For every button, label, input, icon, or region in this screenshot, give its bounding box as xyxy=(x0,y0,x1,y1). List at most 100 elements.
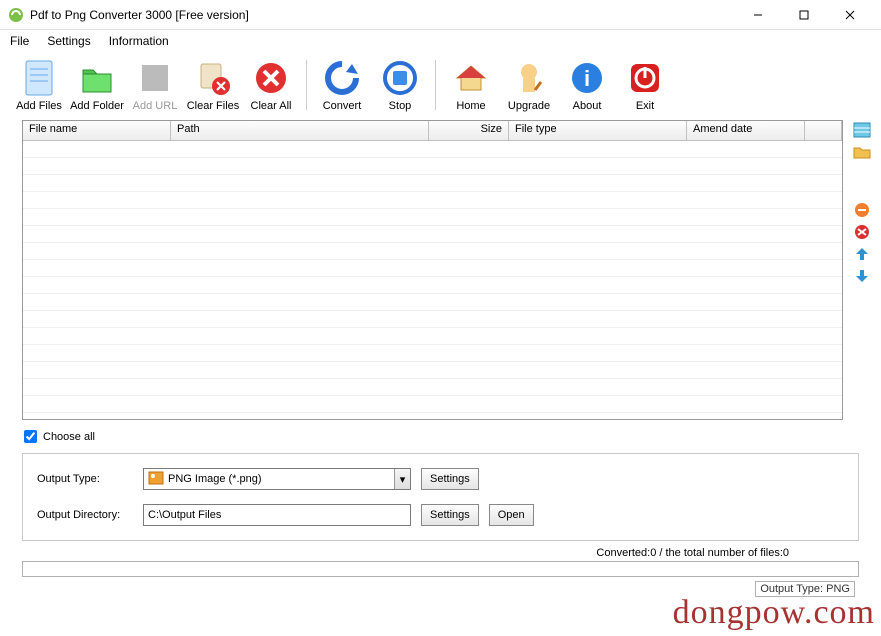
upgrade-label: Upgrade xyxy=(508,100,550,112)
menu-information[interactable]: Information xyxy=(109,34,169,48)
output-dir-label: Output Directory: xyxy=(37,509,133,521)
output-dir-value: C:\Output Files xyxy=(148,509,221,521)
progress-bar xyxy=(22,561,859,577)
grid-row xyxy=(23,243,842,260)
menu-settings[interactable]: Settings xyxy=(47,34,90,48)
watermark: dongpow.com xyxy=(673,594,875,632)
grid-row xyxy=(23,209,842,226)
power-icon xyxy=(625,58,665,98)
right-toolbar xyxy=(847,116,877,420)
grid-row xyxy=(23,192,842,209)
svg-text:i: i xyxy=(584,66,590,91)
status-output-type: Output Type: PNG xyxy=(0,579,881,597)
toolbar-separator xyxy=(435,60,436,110)
add-files-button[interactable]: Add Files xyxy=(10,56,68,114)
exit-button[interactable]: Exit xyxy=(616,56,674,114)
chevron-down-icon[interactable]: ▾ xyxy=(394,469,410,489)
maximize-button[interactable] xyxy=(781,0,827,30)
output-type-label: Output Type: xyxy=(37,473,133,485)
stop-button[interactable]: Stop xyxy=(371,56,429,114)
folder-open-icon[interactable] xyxy=(853,144,871,160)
url-icon xyxy=(135,58,175,98)
output-type-row: Output Type: PNG Image (*.png) ▾ Setting… xyxy=(37,468,844,490)
upgrade-icon xyxy=(509,58,549,98)
col-path[interactable]: Path xyxy=(171,121,429,140)
clear-files-button[interactable]: Clear Files xyxy=(184,56,242,114)
app-icon xyxy=(8,7,24,23)
grid-row xyxy=(23,260,842,277)
choose-all-checkbox[interactable] xyxy=(24,430,37,443)
output-dir-field[interactable]: C:\Output Files xyxy=(143,504,411,526)
main-area: File name Path Size File type Amend date xyxy=(0,116,881,420)
folder-icon xyxy=(77,58,117,98)
output-dir-open-button[interactable]: Open xyxy=(489,504,534,526)
output-type-combo[interactable]: PNG Image (*.png) ▾ xyxy=(143,468,411,490)
col-extra[interactable] xyxy=(805,121,842,140)
stop-icon xyxy=(380,58,420,98)
grid-row xyxy=(23,311,842,328)
grid-row xyxy=(23,277,842,294)
home-icon xyxy=(451,58,491,98)
grid-row xyxy=(23,379,842,396)
title-bar: Pdf to Png Converter 3000 [Free version] xyxy=(0,0,881,30)
grid-row xyxy=(23,396,842,413)
image-icon xyxy=(148,471,164,488)
grid-row xyxy=(23,345,842,362)
col-amenddate[interactable]: Amend date xyxy=(687,121,805,140)
toolbar: Add Files Add Folder Add URL Clear Files… xyxy=(0,52,881,116)
add-folder-button[interactable]: Add Folder xyxy=(68,56,126,114)
convert-icon xyxy=(322,58,362,98)
grid-row xyxy=(23,294,842,311)
output-dir-row: Output Directory: C:\Output Files Settin… xyxy=(37,504,844,526)
delete-icon[interactable] xyxy=(853,224,871,240)
add-url-button: Add URL xyxy=(126,56,184,114)
status-converted: Converted:0 / the total number of files:… xyxy=(0,545,881,559)
clear-all-icon xyxy=(251,58,291,98)
grid-row xyxy=(23,362,842,379)
list-select-icon[interactable] xyxy=(853,122,871,138)
add-url-label: Add URL xyxy=(133,100,178,112)
file-grid[interactable]: File name Path Size File type Amend date xyxy=(22,120,843,420)
clear-all-label: Clear All xyxy=(251,100,292,112)
add-folder-label: Add Folder xyxy=(70,100,124,112)
col-filename[interactable]: File name xyxy=(23,121,171,140)
output-dir-settings-button[interactable]: Settings xyxy=(421,504,479,526)
about-button[interactable]: i About xyxy=(558,56,616,114)
upgrade-button[interactable]: Upgrade xyxy=(500,56,558,114)
clear-files-icon xyxy=(193,58,233,98)
exit-label: Exit xyxy=(636,100,654,112)
move-up-icon[interactable] xyxy=(853,246,871,262)
choose-all-label: Choose all xyxy=(43,431,95,443)
convert-button[interactable]: Convert xyxy=(313,56,371,114)
grid-header: File name Path Size File type Amend date xyxy=(23,121,842,141)
home-label: Home xyxy=(456,100,485,112)
close-button[interactable] xyxy=(827,0,873,30)
output-type-settings-button[interactable]: Settings xyxy=(421,468,479,490)
about-label: About xyxy=(573,100,602,112)
window-controls xyxy=(735,0,873,30)
stop-label: Stop xyxy=(389,100,412,112)
grid-body xyxy=(23,141,842,413)
document-icon xyxy=(19,58,59,98)
clear-files-label: Clear Files xyxy=(187,100,240,112)
menu-bar: File Settings Information xyxy=(0,30,881,52)
window-title: Pdf to Png Converter 3000 [Free version] xyxy=(30,8,735,22)
grid-row xyxy=(23,328,842,345)
col-filetype[interactable]: File type xyxy=(509,121,687,140)
info-icon: i xyxy=(567,58,607,98)
menu-file[interactable]: File xyxy=(10,34,29,48)
home-button[interactable]: Home xyxy=(442,56,500,114)
clear-all-button[interactable]: Clear All xyxy=(242,56,300,114)
minimize-button[interactable] xyxy=(735,0,781,30)
grid-row xyxy=(23,226,842,243)
toolbar-separator xyxy=(306,60,307,110)
choose-all-row: Choose all xyxy=(0,420,881,447)
grid-row xyxy=(23,175,842,192)
grid-row xyxy=(23,141,842,158)
move-down-icon[interactable] xyxy=(853,268,871,284)
remove-icon[interactable] xyxy=(853,202,871,218)
grid-row xyxy=(23,158,842,175)
col-size[interactable]: Size xyxy=(429,121,509,140)
output-type-value: PNG Image (*.png) xyxy=(168,473,262,485)
add-files-label: Add Files xyxy=(16,100,62,112)
